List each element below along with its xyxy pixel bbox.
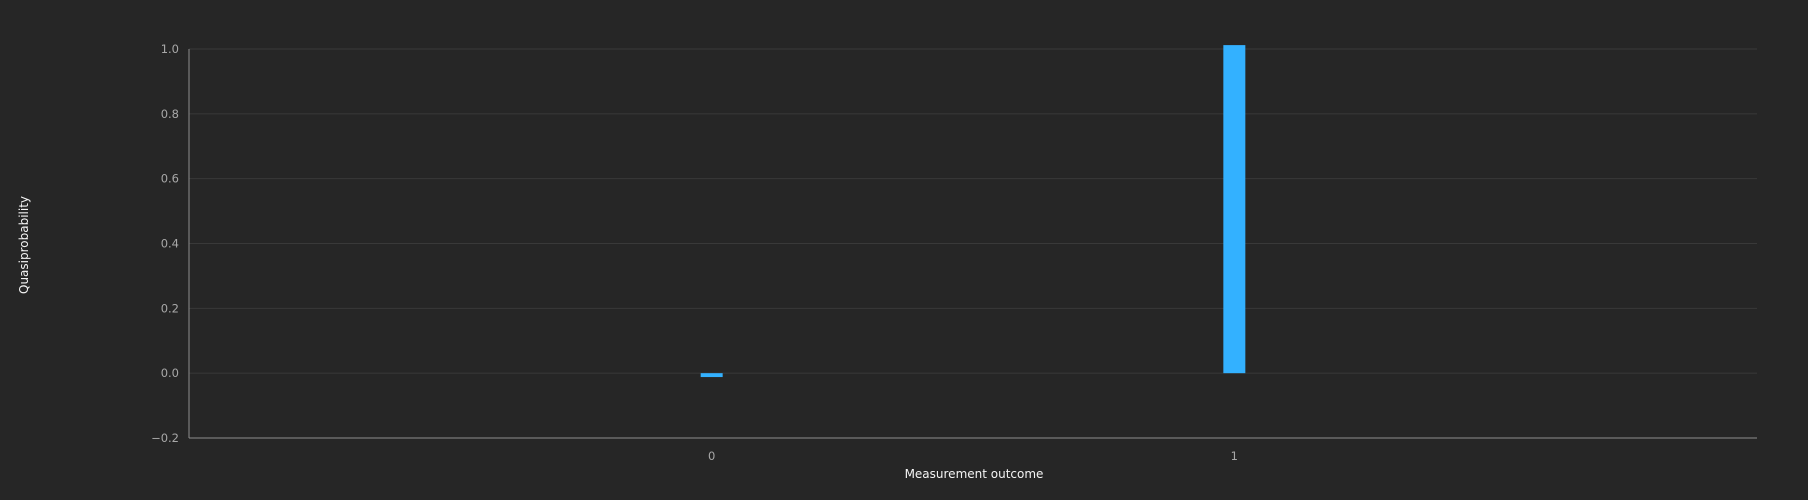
- y-tick-label: 0.2: [161, 301, 179, 315]
- quasiprobability-bar-chart: −0.2 0.0 0.2 0.4 0.6 0.8 1.0 0 1 Measurement ou…: [0, 0, 1808, 500]
- x-tick-label: 0: [708, 449, 715, 463]
- bar-outcome-1: [1223, 45, 1246, 374]
- y-tick-label: 0.6: [161, 172, 179, 186]
- bar-outcome-0: [700, 373, 723, 378]
- y-tick-label: 0.8: [161, 107, 179, 121]
- y-tick-label: −0.2: [151, 431, 179, 445]
- y-axis-title: Quasiprobability: [17, 196, 31, 294]
- y-tick-label: 1.0: [161, 42, 179, 56]
- y-tick-label: 0.4: [161, 237, 179, 251]
- y-tick-label: 0.0: [161, 366, 179, 380]
- x-axis-title: Measurement outcome: [905, 467, 1044, 481]
- chart-background: [0, 0, 1808, 500]
- x-tick-label: 1: [1231, 449, 1238, 463]
